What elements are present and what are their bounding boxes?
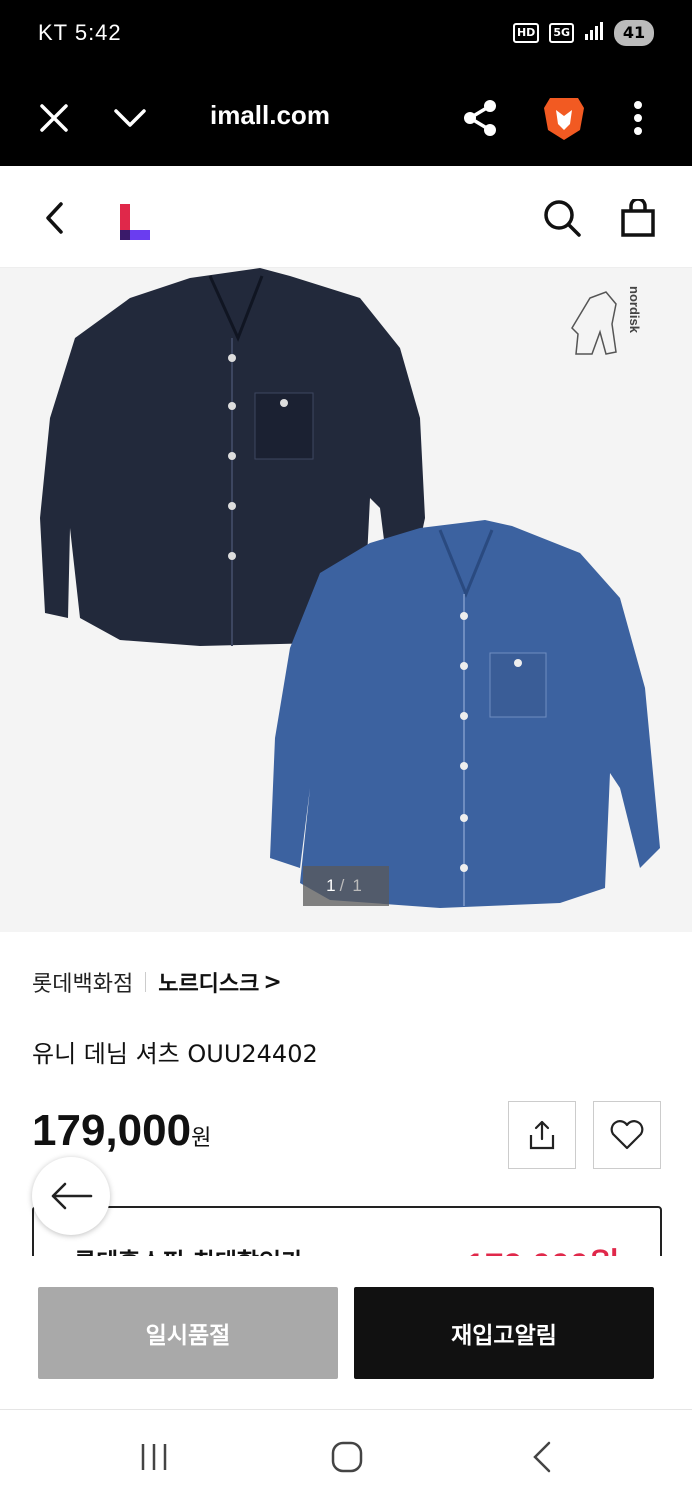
- restock-alert-button[interactable]: 재입고알림: [354, 1287, 654, 1379]
- share-icon[interactable]: [456, 94, 504, 142]
- android-nav-bar: [0, 1410, 692, 1500]
- signal-icon: [584, 22, 604, 44]
- back-icon[interactable]: [30, 194, 78, 242]
- status-bar: KT 5:42 HD 5G 41: [0, 0, 692, 70]
- search-icon[interactable]: [538, 194, 586, 242]
- store-name: 롯데백화점: [32, 972, 134, 997]
- nordisk-bear-logo: [571, 291, 617, 355]
- product-image[interactable]: nordisk 1 / 1: [0, 268, 692, 932]
- price-unit: 원: [191, 1126, 212, 1151]
- arrow-left-icon: [51, 1182, 93, 1210]
- image-pager: 1 / 1: [303, 866, 389, 906]
- shopping-bag-icon[interactable]: [614, 194, 662, 242]
- floating-back-button[interactable]: [32, 1157, 110, 1235]
- recent-apps-icon[interactable]: [129, 1432, 179, 1482]
- brand-link[interactable]: 노르디스크: [158, 966, 259, 998]
- share-upload-icon: [529, 1120, 555, 1150]
- url-text[interactable]: imall.com: [210, 100, 330, 131]
- chevron-down-icon[interactable]: [106, 94, 154, 142]
- battery-icon: 41: [614, 20, 654, 46]
- status-time: KT 5:42: [38, 20, 122, 45]
- share-button[interactable]: [508, 1101, 576, 1169]
- brand-line: 롯데백화점 노르디스크 >: [32, 966, 282, 998]
- wishlist-button[interactable]: [593, 1101, 661, 1169]
- close-icon[interactable]: [30, 94, 78, 142]
- network-5g-icon: 5G: [549, 23, 574, 43]
- more-vert-icon[interactable]: [614, 94, 662, 142]
- bottom-action-bar: 일시품절 재입고알림: [0, 1256, 692, 1410]
- site-header: [0, 166, 692, 268]
- pager-separator: /: [339, 876, 345, 895]
- denim-shirts-illustration: [40, 268, 660, 908]
- browser-toolbar: imall.com: [0, 70, 692, 166]
- pager-current: 1: [326, 876, 336, 895]
- product-price: 179,000원: [32, 1106, 211, 1156]
- product-name: 유니 데님 셔츠 OUU24402: [32, 1040, 318, 1068]
- heart-icon: [610, 1120, 644, 1150]
- price-value: 179,000: [32, 1106, 192, 1155]
- pager-total: 1: [352, 876, 362, 895]
- nordisk-watermark: nordisk: [627, 286, 642, 333]
- brand-chevron[interactable]: >: [263, 970, 281, 995]
- hd-icon: HD: [512, 23, 540, 43]
- status-icons: HD 5G 41: [512, 20, 654, 46]
- nav-back-icon[interactable]: [516, 1432, 566, 1482]
- lotte-logo[interactable]: [118, 202, 152, 240]
- sold-out-button[interactable]: 일시품절: [38, 1287, 338, 1379]
- brave-lion-icon[interactable]: [540, 94, 588, 142]
- home-icon[interactable]: [322, 1432, 372, 1482]
- divider: [145, 972, 147, 992]
